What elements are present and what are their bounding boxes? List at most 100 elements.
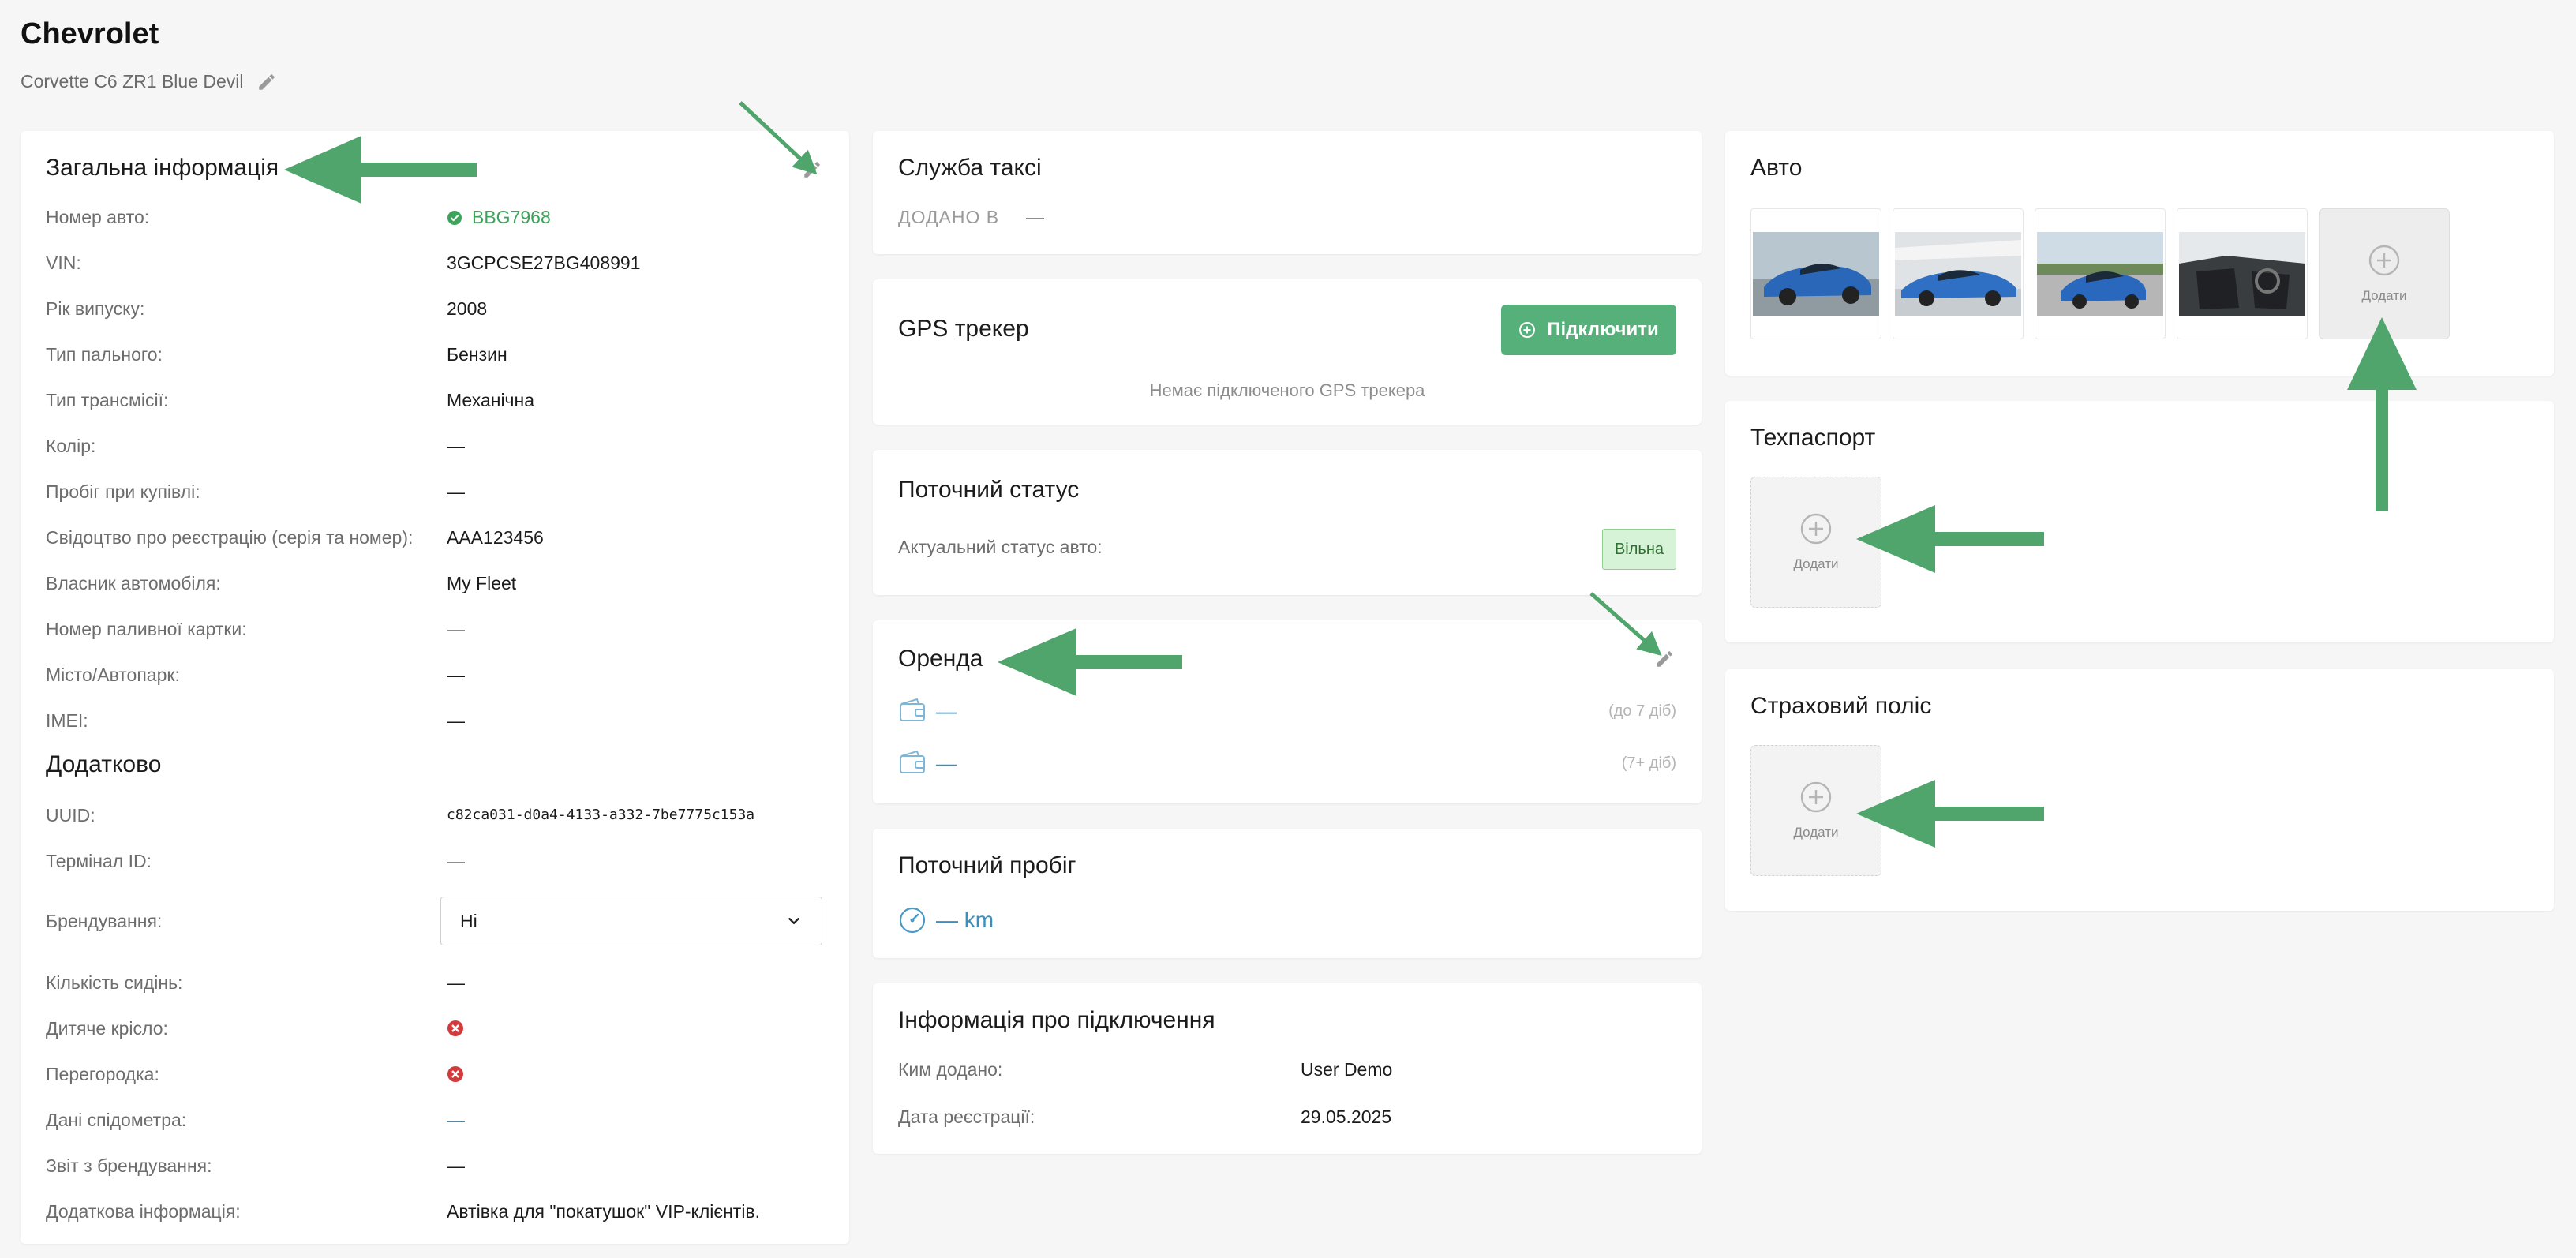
branding-selected-value: Ні: [460, 910, 477, 931]
auto-photos-card: Авто Додати: [1725, 131, 2554, 376]
tech-passport-title: Техпаспорт: [1750, 425, 1876, 451]
added-by-label: Ким додано:: [898, 1059, 1003, 1080]
insurance-add-label: Додати: [1793, 825, 1839, 840]
speedometer-label: Дані спідометра:: [46, 1110, 187, 1130]
current-status-title: Поточний статус: [898, 477, 1080, 503]
cross-circle-icon: [447, 1066, 463, 1082]
connection-info-title: Інформація про підключення: [898, 1007, 1215, 1033]
child-seat-label: Дитяче крісло:: [46, 1018, 168, 1039]
status-badge: Вільна: [1602, 529, 1676, 570]
uuid-value: c82ca031-d0a4-4133-a332-7be7775c153a: [447, 807, 755, 823]
taxi-added-label: ДОДАНО В: [898, 207, 1000, 227]
registration-cert-value: AAA123456: [447, 527, 544, 548]
car-photo-2[interactable]: [1893, 208, 2024, 339]
page: Chevrolet Corvette C6 ZR1 Blue Devil Заг…: [0, 0, 2576, 1258]
added-by-value: User Demo: [1301, 1059, 1393, 1080]
car-photo-3[interactable]: [2035, 208, 2166, 339]
car-photo-4[interactable]: [2177, 208, 2308, 339]
branding-report-value: —: [447, 1155, 465, 1176]
plate-value: BBG7968: [447, 207, 551, 228]
rent-card: Оренда — (до 7 діб) — (7+ діб): [873, 620, 1702, 803]
tech-passport-add-label: Додати: [1793, 556, 1839, 571]
gps-tracker-title: GPS трекер: [898, 316, 1029, 342]
photo-strip: Додати: [1750, 208, 2461, 343]
wallet-icon: [900, 750, 925, 773]
branding-report-label: Звіт з брендування:: [46, 1155, 212, 1176]
edit-pencil-icon[interactable]: [256, 72, 277, 92]
car-photo-1[interactable]: [1750, 208, 1881, 339]
branding-select[interactable]: Ні: [440, 897, 822, 945]
taxi-service-title: Служба таксі: [898, 155, 1042, 181]
seats-value: —: [447, 972, 465, 993]
rent-long-value: —: [936, 751, 957, 775]
page-title: Chevrolet: [21, 17, 159, 51]
taxi-added-value: —: [1026, 207, 1044, 227]
owner-value: My Fleet: [447, 573, 517, 593]
auto-photo-add-button[interactable]: Додати: [2319, 208, 2450, 339]
auto-photo-add-label: Додати: [2361, 288, 2407, 303]
uuid-label: UUID:: [46, 805, 95, 826]
general-info-title: Загальна інформація: [46, 155, 279, 181]
insurance-add-button[interactable]: Додати: [1750, 745, 1881, 876]
connect-gps-button[interactable]: Підключити: [1501, 305, 1676, 355]
imei-value: —: [447, 710, 465, 731]
vin-value: 3GCPCSE27BG408991: [447, 253, 641, 273]
fuel-type-value: Бензин: [447, 344, 507, 365]
gps-empty-text: Немає підключеного GPS трекера: [1149, 380, 1425, 400]
tech-passport-card: Техпаспорт Додати: [1725, 401, 2554, 642]
check-circle-icon: [447, 210, 462, 225]
rent-long-period: (7+ діб): [1621, 754, 1676, 772]
plate-label: Номер авто:: [46, 207, 150, 227]
purchase-mileage-label: Пробіг при купівлі:: [46, 481, 200, 502]
chevron-down-icon: [788, 918, 799, 924]
additional-info-label: Додаткова інформація:: [46, 1201, 241, 1222]
current-mileage-value: — km: [936, 908, 994, 932]
plus-circle-icon: [2368, 245, 2400, 276]
car-photo-image: [2179, 232, 2305, 316]
insurance-title: Страховий поліс: [1750, 693, 1932, 719]
transmission-value: Механічна: [447, 390, 535, 410]
tech-passport-add-button[interactable]: Додати: [1750, 477, 1881, 608]
purchase-mileage-value: —: [447, 481, 465, 502]
connect-gps-label: Підключити: [1547, 319, 1659, 340]
fuel-type-label: Тип пального:: [46, 344, 163, 365]
year-value: 2008: [447, 298, 488, 319]
car-model-subtitle: Corvette C6 ZR1 Blue Devil: [21, 71, 277, 92]
edit-pencil-icon[interactable]: [1654, 649, 1675, 669]
edit-pencil-icon[interactable]: [802, 159, 822, 180]
gps-tracker-card: GPS трекер Підключити Немає підключеного…: [873, 279, 1702, 425]
city-fleet-label: Місто/Автопарк:: [46, 665, 180, 685]
transmission-label: Тип трансмісії:: [46, 390, 169, 410]
extra-title: Додатково: [46, 751, 162, 777]
wallet-icon: [900, 698, 925, 721]
color-value: —: [447, 436, 465, 456]
current-mileage-title: Поточний пробіг: [898, 852, 1076, 878]
owner-label: Власник автомобіля:: [46, 573, 221, 593]
taxi-service-card: Служба таксі ДОДАНО В —: [873, 131, 1702, 254]
cross-circle-icon: [447, 1020, 463, 1036]
additional-info-value: Автівка для "покатушок" VIP-клієнтів.: [447, 1201, 761, 1222]
status-label: Актуальний статус авто:: [898, 537, 1103, 557]
partition-label: Перегородка:: [46, 1064, 159, 1084]
branding-label: Брендування:: [46, 911, 163, 931]
insurance-card: Страховий поліс Додати: [1725, 669, 2554, 911]
city-fleet-value: —: [447, 665, 465, 685]
auto-photos-title: Авто: [1750, 155, 1803, 181]
color-label: Колір:: [46, 436, 96, 456]
vin-label: VIN:: [46, 253, 81, 273]
seats-label: Кількість сидінь:: [46, 972, 183, 993]
plus-circle-icon: [1519, 322, 1536, 338]
rent-short-value: —: [936, 699, 957, 723]
speedometer-icon: [899, 907, 926, 934]
rent-short-period: (до 7 діб): [1608, 702, 1676, 720]
plus-circle-icon: [1800, 781, 1832, 813]
general-info-card: Загальна інформація Номер авто: BBG7968 …: [21, 131, 849, 1244]
connection-info-card: Інформація про підключення Ким додано: U…: [873, 983, 1702, 1154]
speedometer-value[interactable]: —: [447, 1110, 465, 1131]
fuel-card-label: Номер паливної картки:: [46, 619, 247, 639]
car-photo-image: [2037, 232, 2163, 316]
year-label: Рік випуску:: [46, 298, 145, 319]
plus-circle-icon: [1800, 513, 1832, 545]
registration-date-value: 29.05.2025: [1301, 1106, 1392, 1127]
rent-title: Оренда: [898, 646, 983, 672]
